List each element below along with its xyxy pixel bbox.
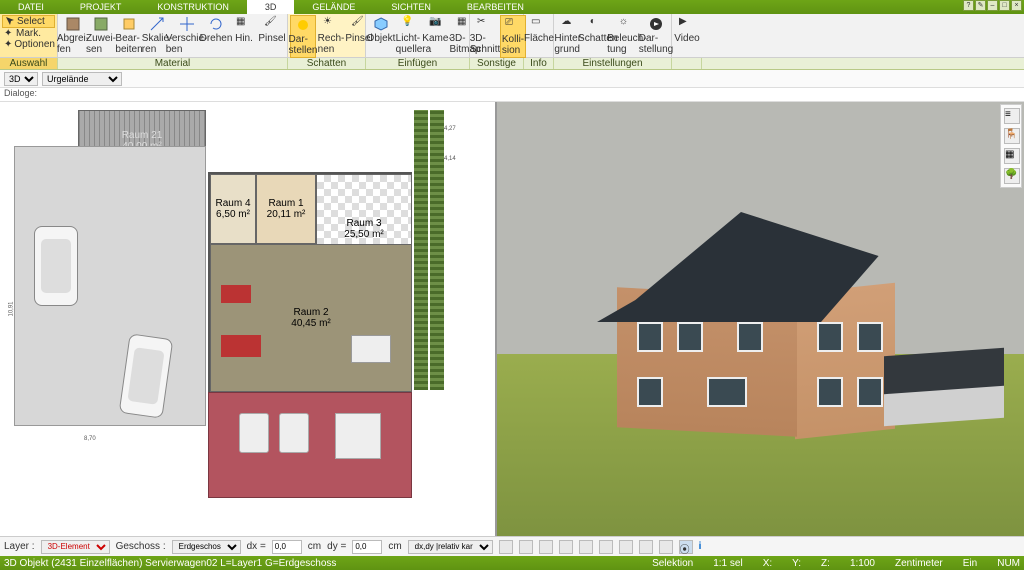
view-mode-select[interactable]: 3D: [4, 72, 38, 86]
view-bar: 3D Urgelände: [0, 70, 1024, 88]
tool-icon[interactable]: [559, 540, 573, 554]
layer-select[interactable]: 3D-Element: [41, 540, 110, 554]
status-object: 3D Objekt (2431 Einzelflächen) Servierwa…: [4, 558, 336, 569]
hedge-right2: [430, 110, 444, 390]
menu-bearbeiten[interactable]: BEARBEITEN: [449, 0, 542, 14]
dim: 4,14: [444, 156, 456, 162]
menu-3d[interactable]: 3D: [247, 0, 295, 14]
mark-button[interactable]: ✦Mark.: [2, 28, 55, 39]
shadow-show-button[interactable]: Dar-stellen: [290, 15, 316, 58]
collision-button[interactable]: ⎚Kolli-sion: [500, 15, 526, 58]
ribbon-groups: Auswahl Material Schatten Einfügen Sonst…: [0, 58, 1024, 70]
coord-mode-select[interactable]: dx,dy |relativ kar: [408, 540, 493, 554]
dim: 8,70: [84, 436, 96, 442]
rotate-button[interactable]: Drehen: [203, 15, 229, 56]
lighting-button[interactable]: ☼Beleuch-tung: [613, 15, 641, 56]
menu-datei[interactable]: DATEI: [0, 0, 62, 14]
menu-bar: DATEI PROJEKT KONSTRUKTION 3D GELÄNDE SI…: [0, 0, 1024, 14]
status-bar: 3D Objekt (2431 Einzelflächen) Servierwa…: [0, 556, 1024, 570]
tool-icon[interactable]: ⦿: [679, 540, 693, 554]
car-1: [34, 226, 78, 306]
patio: [208, 392, 412, 498]
tool-icon[interactable]: [539, 540, 553, 554]
menu-gelaende[interactable]: GELÄNDE: [294, 0, 373, 14]
materials-icon[interactable]: ▦: [1004, 148, 1020, 164]
tool-icon[interactable]: [579, 540, 593, 554]
help-icon[interactable]: ?: [963, 0, 974, 11]
pick-button[interactable]: Abgrei-fen: [60, 15, 86, 56]
tool-icon[interactable]: [499, 540, 513, 554]
floor-select[interactable]: Erdgeschos: [172, 540, 241, 554]
area-button[interactable]: ▭Fläche: [526, 15, 552, 56]
close-icon[interactable]: ×: [1011, 0, 1022, 11]
house-outline: Raum 46,50 m² Raum 120,11 m² Raum 325,50…: [208, 172, 412, 392]
garage-3d: [884, 352, 1024, 422]
menu-projekt[interactable]: PROJEKT: [62, 0, 140, 14]
tool-icon[interactable]: [639, 540, 653, 554]
min-icon[interactable]: –: [987, 0, 998, 11]
terrain-select[interactable]: Urgelände: [42, 72, 122, 86]
menu-sichten[interactable]: SICHTEN: [373, 0, 449, 14]
insert-camera-button[interactable]: 📷Kame-ra: [424, 15, 450, 56]
hedge-right: [414, 110, 428, 390]
floorplan-view[interactable]: Raum 2140,00 m² Raum 46,50 m² Raum 120,1…: [0, 102, 497, 536]
hin-button[interactable]: ▦Hin.: [231, 15, 257, 56]
dy-input[interactable]: [352, 540, 382, 554]
display-button[interactable]: Dar-stellung: [643, 15, 669, 56]
layers-icon[interactable]: ≡: [1004, 108, 1020, 124]
select-button[interactable]: Select: [2, 15, 55, 28]
bottom-toolbar: Layer : 3D-Element Geschoss : Erdgeschos…: [0, 536, 1024, 556]
tree-icon[interactable]: 🌳: [1004, 168, 1020, 184]
tool-icon[interactable]: [619, 540, 633, 554]
furniture-icon[interactable]: 🪑: [1004, 128, 1020, 144]
edit-button[interactable]: Bear-beiten: [116, 15, 142, 56]
dialogs-label: Dialoge:: [0, 88, 1024, 102]
tool-icon[interactable]: [599, 540, 613, 554]
dim: 4,27: [444, 126, 456, 132]
insert-light-button[interactable]: 💡Licht-quelle: [396, 15, 422, 56]
tool-icon[interactable]: [519, 540, 533, 554]
menu-konstruktion[interactable]: KONSTRUKTION: [139, 0, 247, 14]
video-button[interactable]: ▶Video: [674, 15, 700, 56]
assign-button[interactable]: Zuwei-sen: [88, 15, 114, 56]
options-button[interactable]: ✦Optionen: [2, 39, 55, 50]
3d-view[interactable]: ≡ 🪑 ▦ 🌳: [497, 102, 1024, 536]
pin-icon[interactable]: ✎: [975, 0, 986, 11]
move-button[interactable]: Verschie-ben: [172, 15, 201, 56]
house-3d: [577, 182, 837, 412]
workspace: Raum 2140,00 m² Raum 46,50 m² Raum 120,1…: [0, 102, 1024, 536]
dx-input[interactable]: [272, 540, 302, 554]
shadow-calc-button[interactable]: ☀Rech-nen: [318, 15, 344, 58]
ribbon: Select ✦Mark. ✦Optionen Abgrei-fen Zuwei…: [0, 14, 1024, 58]
insert-object-button[interactable]: Objekt: [368, 15, 394, 56]
layer-label: Layer :: [4, 541, 35, 552]
brush-button[interactable]: 🖌Pinsel: [259, 15, 285, 56]
view-tools: ≡ 🪑 ▦ 🌳: [1000, 104, 1022, 188]
dim: 10,91: [9, 301, 15, 316]
floor-label: Geschoss :: [116, 541, 166, 552]
max-icon[interactable]: □: [999, 0, 1010, 11]
window-controls: ? ✎ – □ ×: [963, 0, 1022, 11]
tool-icon[interactable]: [659, 540, 673, 554]
3d-cut-button[interactable]: ✂3D-Schnitt: [472, 15, 498, 58]
